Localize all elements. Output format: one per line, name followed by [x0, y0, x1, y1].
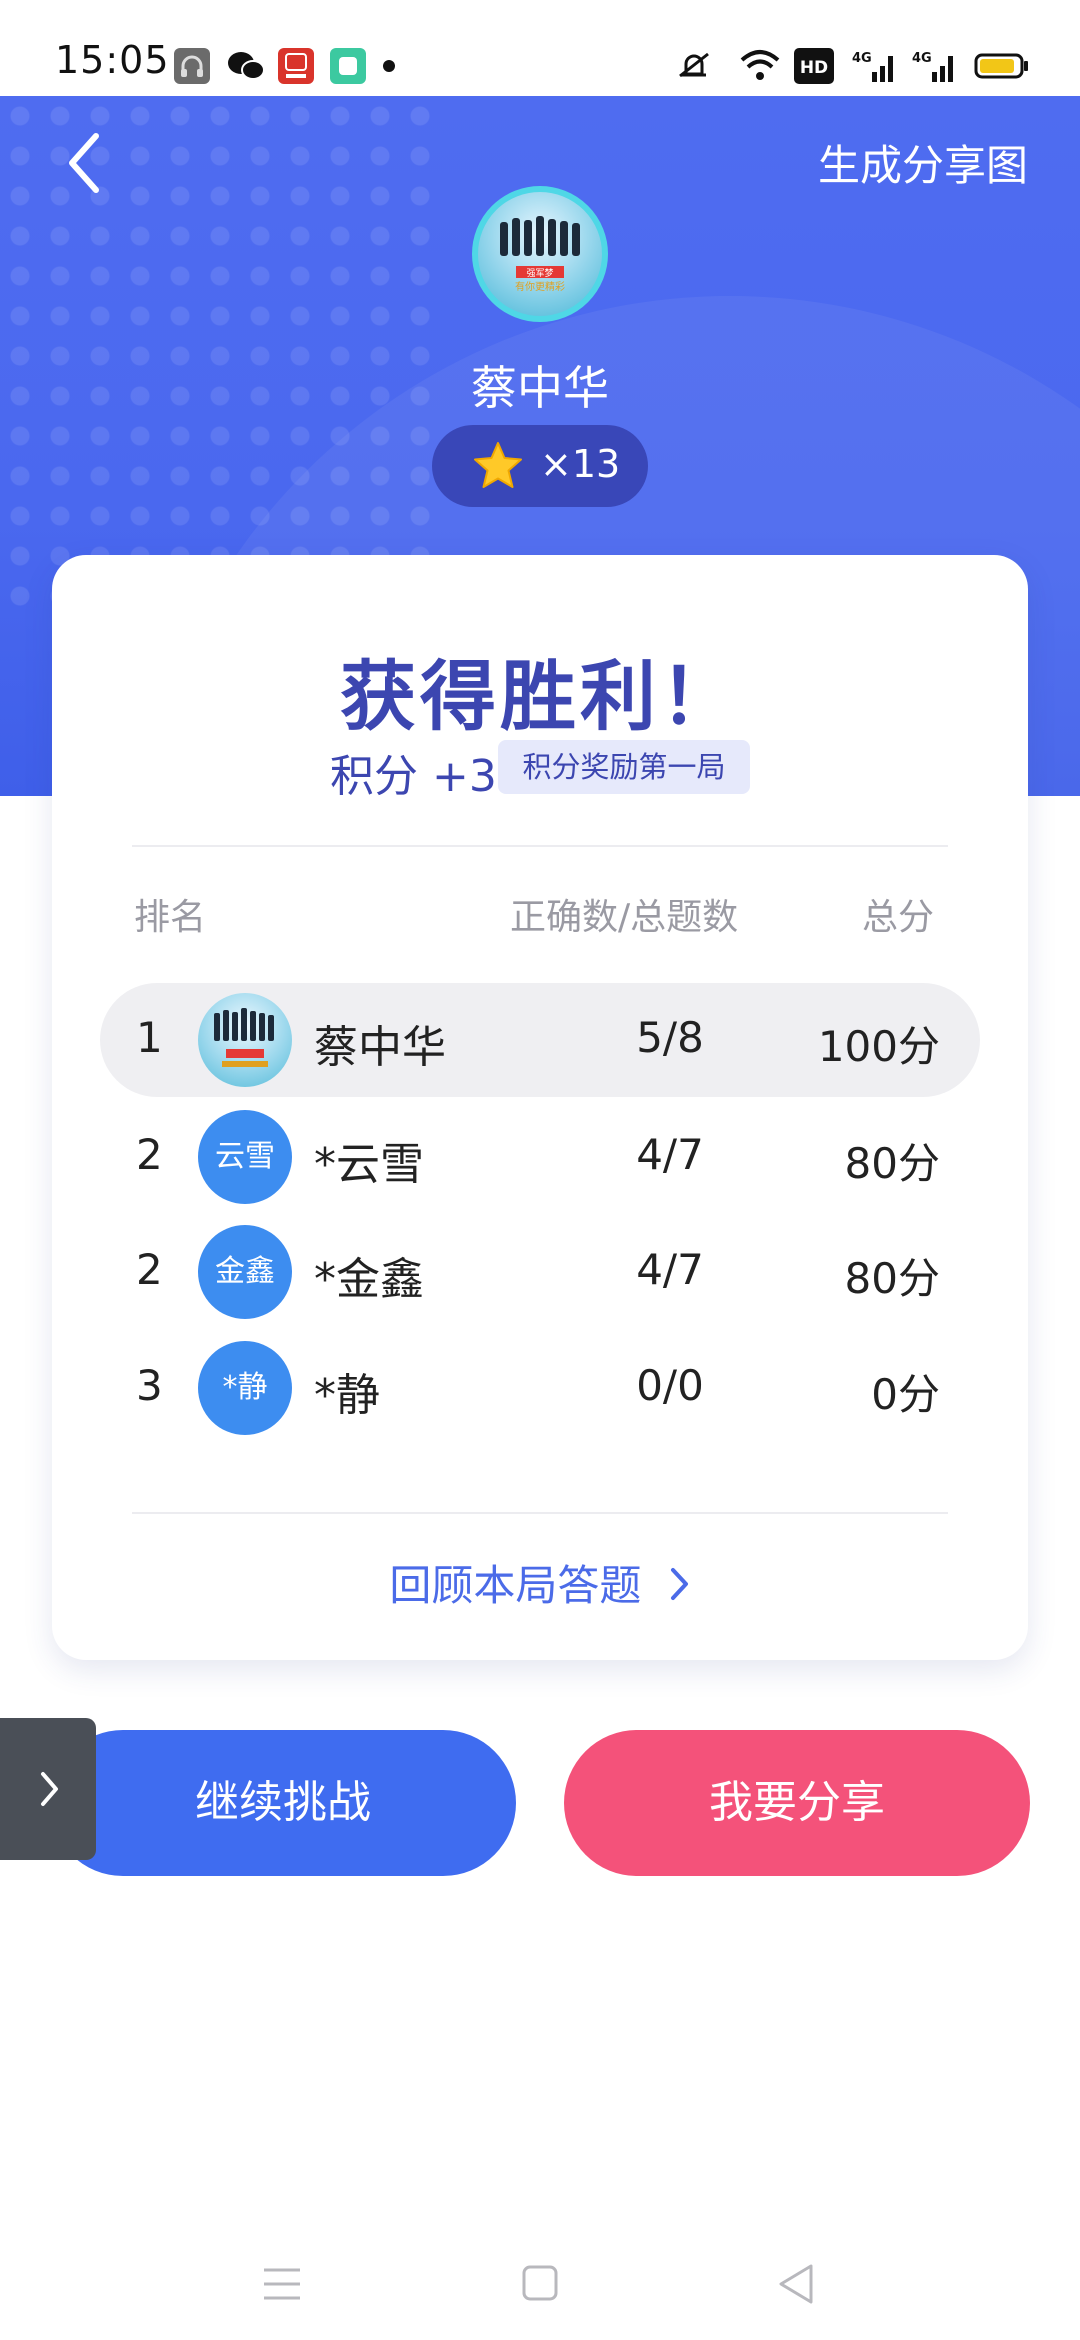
star-count: ×13: [540, 442, 621, 486]
menu-icon[interactable]: [262, 2266, 302, 2302]
wechat-icon: [226, 48, 265, 84]
chevron-right-icon: [670, 1568, 688, 1600]
row-score: 80分: [844, 1139, 940, 1188]
points-badge: 积分奖励第一局: [498, 740, 750, 794]
hd-icon: HD: [794, 48, 834, 84]
app-icon-red: [278, 48, 314, 84]
avatar: 强军梦 有你更精彩: [472, 186, 608, 322]
row-avatar: *静: [198, 1341, 292, 1435]
quiz-result-screen: 15:05 HD 4G 4G 生成分享图 强军梦 有你更精彩 蔡中华 ×13 获…: [0, 0, 1080, 2340]
points-earned: 积分 +3: [330, 751, 497, 802]
side-drawer-handle[interactable]: [0, 1718, 96, 1860]
svg-text:有你更精彩: 有你更精彩: [515, 280, 565, 293]
row-rank: 2: [136, 1130, 163, 1179]
mute-icon: [672, 48, 716, 84]
row-name: *静: [314, 1370, 380, 1421]
row-name: 蔡中华: [314, 1022, 446, 1073]
row-rank: 2: [136, 1245, 163, 1294]
generate-share-image-button[interactable]: 生成分享图: [818, 132, 1028, 193]
row-score: 100分: [817, 1022, 940, 1071]
row-score: 0分: [871, 1370, 940, 1419]
row-score: 80分: [844, 1254, 940, 1303]
row-rank: 1: [136, 1013, 163, 1062]
svg-text:HD: HD: [800, 58, 828, 78]
wifi-icon: [738, 48, 782, 84]
divider-top: [132, 845, 948, 847]
row-name: *云雪: [314, 1139, 424, 1190]
battery-icon: [974, 48, 1030, 84]
row-avatar: [198, 993, 292, 1087]
4g-signal-icon-2: 4G: [910, 48, 958, 84]
table-row: 2 金鑫 *金鑫 4/7 80分: [100, 1215, 980, 1329]
row-correct: 4/7: [636, 1245, 704, 1294]
row-correct: 5/8: [636, 1013, 704, 1062]
divider-bottom: [132, 1512, 948, 1514]
header-correct: 正确数/总题数: [510, 897, 739, 938]
row-rank: 3: [136, 1361, 163, 1410]
avatar-photo: 强军梦 有你更精彩: [500, 216, 580, 293]
result-title: 获得胜利！: [340, 652, 740, 741]
table-row: 1 蔡中华 5/8 100分: [100, 983, 980, 1097]
home-icon[interactable]: [521, 2264, 559, 2302]
back-button[interactable]: [60, 128, 110, 198]
back-chevron-icon: [69, 133, 99, 193]
back-triangle-icon[interactable]: [776, 2262, 816, 2306]
status-bar: 15:05 HD 4G 4G: [0, 0, 1080, 96]
headphones-icon: [174, 48, 210, 84]
system-nav-bar: [0, 2220, 1080, 2340]
review-answers-label: 回顾本局答题: [389, 1561, 642, 1610]
star-icon: [474, 442, 522, 488]
notification-dot: [383, 60, 395, 72]
app-icon-green: [330, 48, 366, 84]
row-correct: 0/0: [636, 1361, 704, 1410]
continue-challenge-button[interactable]: 继续挑战: [50, 1730, 516, 1876]
svg-text:4G: 4G: [912, 51, 932, 66]
row-avatar: 云雪: [198, 1110, 292, 1204]
svg-text:4G: 4G: [852, 51, 872, 66]
review-answers-link[interactable]: 回顾本局答题: [0, 1552, 1080, 1613]
header-rank: 排名: [134, 897, 207, 938]
header-score: 总分: [862, 897, 935, 938]
table-row: 3 *静 *静 0/0 0分: [100, 1331, 980, 1445]
row-correct: 4/7: [636, 1130, 704, 1179]
share-button[interactable]: 我要分享: [564, 1730, 1030, 1876]
4g-signal-icon: 4G: [850, 48, 898, 84]
status-time: 15:05: [55, 38, 170, 82]
svg-text:强军梦: 强军梦: [526, 268, 553, 279]
table-row: 2 云雪 *云雪 4/7 80分: [100, 1100, 980, 1214]
chevron-right-icon: [41, 1772, 58, 1806]
user-name: 蔡中华: [471, 361, 609, 415]
row-name: *金鑫: [314, 1254, 424, 1305]
row-avatar-photo: [214, 1008, 274, 1067]
row-avatar: 金鑫: [198, 1225, 292, 1319]
